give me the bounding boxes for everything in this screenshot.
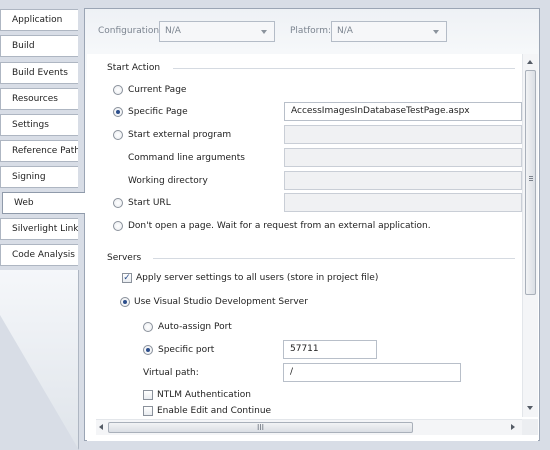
specific-page-input[interactable]: AccessImagesInDatabaseTestPage.aspx bbox=[284, 102, 522, 121]
servers-header: Servers bbox=[107, 253, 142, 263]
external-program-input[interactable] bbox=[284, 125, 522, 144]
tab-label: Web bbox=[14, 198, 34, 208]
scroll-right-icon[interactable] bbox=[511, 424, 515, 430]
tab-resources[interactable]: Resources bbox=[0, 88, 78, 110]
tab-label: Silverlight Links bbox=[12, 224, 78, 234]
specific-port-value: 57711 bbox=[290, 344, 319, 354]
scroll-down-icon[interactable] bbox=[527, 406, 533, 410]
specific-page-value: AccessImagesInDatabaseTestPage.aspx bbox=[291, 106, 470, 116]
tab-label: Reference Paths bbox=[12, 146, 78, 156]
command-line-args-label: Command line arguments bbox=[128, 153, 245, 163]
section-divider bbox=[173, 68, 515, 69]
external-program-label: Start external program bbox=[128, 130, 232, 140]
start-url-input[interactable] bbox=[284, 193, 522, 212]
scroll-left-icon[interactable] bbox=[99, 424, 103, 430]
scrollbar-corner bbox=[522, 419, 538, 435]
specific-page-label: Specific Page bbox=[128, 107, 188, 117]
horizontal-scrollbar[interactable]: III bbox=[96, 419, 522, 435]
specific-page-radio[interactable] bbox=[113, 107, 123, 117]
tab-label: Signing bbox=[12, 172, 46, 182]
apply-all-label: Apply server settings to all users (stor… bbox=[136, 273, 379, 283]
tab-label: Settings bbox=[12, 120, 49, 130]
tab-label: Build bbox=[12, 41, 35, 51]
tab-label: Code Analysis bbox=[12, 250, 75, 260]
tab-application[interactable]: Application bbox=[0, 9, 78, 31]
chevron-down-icon bbox=[433, 30, 439, 34]
tab-reference-paths[interactable]: Reference Paths bbox=[0, 140, 78, 162]
current-page-radio[interactable] bbox=[113, 85, 123, 95]
dont-open-label: Don't open a page. Wait for a request fr… bbox=[128, 221, 431, 231]
tab-label: Application bbox=[12, 15, 63, 25]
configuration-bar: Configuration: N/A Platform: N/A bbox=[85, 9, 539, 53]
platform-label: Platform: bbox=[290, 26, 331, 36]
platform-value: N/A bbox=[337, 26, 353, 36]
external-program-radio[interactable] bbox=[113, 130, 123, 140]
grip-icon bbox=[529, 176, 533, 177]
grip-label: III bbox=[256, 423, 265, 432]
specific-port-input[interactable]: 57711 bbox=[283, 340, 377, 359]
start-url-radio[interactable] bbox=[113, 198, 123, 208]
ntlm-checkbox[interactable] bbox=[143, 390, 153, 400]
start-url-label: Start URL bbox=[128, 198, 171, 208]
section-divider bbox=[153, 258, 515, 259]
command-line-args-input[interactable] bbox=[284, 148, 522, 167]
tab-build[interactable]: Build bbox=[0, 35, 78, 57]
dont-open-radio[interactable] bbox=[113, 221, 123, 231]
scroll-up-icon[interactable] bbox=[527, 60, 533, 64]
configuration-value: N/A bbox=[165, 26, 181, 36]
specific-port-label: Specific port bbox=[158, 345, 215, 355]
tab-code-analysis[interactable]: Code Analysis bbox=[0, 244, 78, 266]
chevron-down-icon bbox=[261, 30, 267, 34]
tab-label: Build Events bbox=[12, 68, 68, 78]
auto-assign-port-label: Auto-assign Port bbox=[158, 322, 232, 332]
edit-continue-label: Enable Edit and Continue bbox=[157, 406, 272, 416]
tab-silverlight-links[interactable]: Silverlight Links bbox=[0, 218, 78, 240]
virtual-path-value: / bbox=[290, 367, 294, 377]
project-properties-window: Application Build Build Events Resources… bbox=[0, 0, 550, 450]
working-directory-input[interactable] bbox=[284, 171, 522, 190]
configuration-label: Configuration: bbox=[98, 26, 163, 36]
tab-web[interactable]: Web bbox=[2, 192, 85, 214]
virtual-path-input[interactable]: / bbox=[283, 363, 461, 382]
start-action-header: Start Action bbox=[107, 63, 161, 73]
vs-dev-server-label: Use Visual Studio Development Server bbox=[134, 297, 308, 307]
virtual-path-label: Virtual path: bbox=[143, 368, 199, 378]
auto-assign-port-radio[interactable] bbox=[143, 322, 153, 332]
apply-all-checkbox[interactable]: ✓ bbox=[122, 273, 132, 283]
working-directory-label: Working directory bbox=[128, 176, 208, 186]
web-properties-panel: Configuration: N/A Platform: N/A Start A… bbox=[84, 8, 540, 441]
vertical-scroll-thumb[interactable] bbox=[525, 70, 536, 295]
scrollable-content: Start Action Current Page Specific Page … bbox=[87, 54, 538, 441]
current-page-label: Current Page bbox=[128, 85, 187, 95]
ntlm-label: NTLM Authentication bbox=[157, 390, 251, 400]
edit-continue-checkbox[interactable] bbox=[143, 406, 153, 416]
specific-port-radio[interactable] bbox=[143, 345, 153, 355]
tab-settings[interactable]: Settings bbox=[0, 114, 78, 136]
vertical-scrollbar[interactable] bbox=[522, 54, 538, 417]
vs-dev-server-radio[interactable] bbox=[120, 297, 130, 307]
horizontal-scroll-thumb[interactable]: III bbox=[108, 422, 413, 433]
tab-label: Resources bbox=[12, 94, 58, 104]
tab-strip-background bbox=[0, 270, 79, 450]
configuration-dropdown[interactable]: N/A bbox=[159, 21, 275, 42]
platform-dropdown[interactable]: N/A bbox=[331, 21, 447, 42]
tab-signing[interactable]: Signing bbox=[0, 166, 78, 188]
tab-build-events[interactable]: Build Events bbox=[0, 62, 78, 84]
